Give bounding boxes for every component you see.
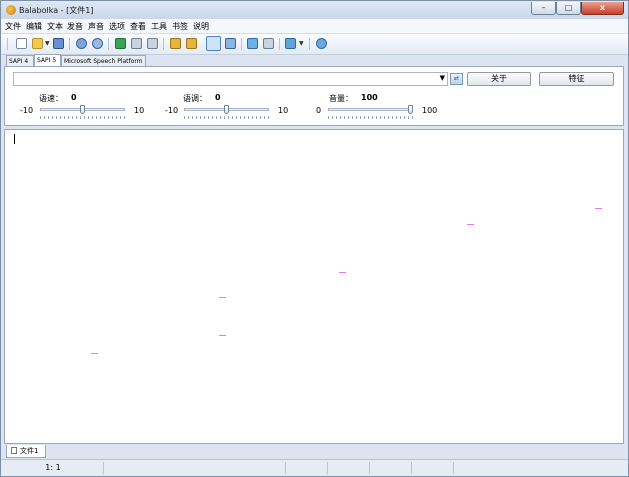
batch-convert-icon[interactable]: [225, 38, 236, 49]
read-aloud-icon[interactable]: [76, 38, 87, 49]
render-artifact: [595, 208, 602, 209]
pitch-ticks: [184, 116, 269, 119]
status-cell: [371, 462, 412, 474]
volume-slider-thumb[interactable]: [408, 105, 413, 114]
rate-min: -10: [20, 106, 34, 115]
menu-view[interactable]: 查看: [130, 21, 146, 32]
menu-tools[interactable]: 工具: [151, 21, 167, 32]
pitch-max: 10: [278, 106, 289, 115]
menu-edit[interactable]: 编辑: [26, 21, 42, 32]
text-edit-icon[interactable]: [206, 36, 221, 51]
play-icon[interactable]: [115, 38, 126, 49]
render-artifact: [219, 335, 226, 336]
about-button[interactable]: 关于: [467, 72, 531, 86]
voice-select[interactable]: ▼: [13, 72, 448, 86]
toolbar-separator: [7, 38, 8, 50]
volume-slider[interactable]: [328, 108, 413, 111]
rate-ticks: [40, 116, 125, 119]
render-artifact: [91, 353, 98, 354]
toolbar-separator: [279, 38, 280, 50]
pitch-min: -10: [165, 106, 179, 115]
pitch-slider-thumb[interactable]: [224, 105, 229, 114]
voice-settings-icon[interactable]: [285, 38, 296, 49]
cursor-position: 1: 1: [3, 462, 104, 474]
menu-sound[interactable]: 声音: [88, 21, 104, 32]
balabolka-app-icon: [6, 5, 16, 15]
split-file-icon[interactable]: [186, 38, 197, 49]
document-tab-label: 文件1: [20, 447, 39, 455]
menu-bar: 文件 编辑 文本 发音 声音 选项 查看 工具 书签 说明: [1, 19, 628, 34]
toolbar-separator: [69, 38, 70, 50]
text-cursor: [14, 134, 15, 144]
document-tab[interactable]: 文件1: [6, 445, 46, 458]
rate-slider-thumb[interactable]: [80, 105, 85, 114]
menu-pronunciation[interactable]: 发音: [67, 21, 83, 32]
status-cell: [105, 462, 286, 474]
read-clipboard-icon[interactable]: [92, 38, 103, 49]
tab-sapi4[interactable]: SAPI 4: [6, 55, 34, 66]
toolbar: ▼ ▼: [1, 34, 628, 55]
properties-button[interactable]: 特征: [539, 72, 614, 86]
export-icon[interactable]: [263, 38, 274, 49]
save-icon[interactable]: [53, 38, 64, 49]
toolbar-separator: [108, 38, 109, 50]
volume-value: 100: [361, 93, 378, 102]
voice-info-button[interactable]: ⇄: [450, 73, 463, 85]
menu-text[interactable]: 文本: [47, 21, 63, 32]
status-cell: [329, 462, 370, 474]
title-bar: Balabolka - [文件1] – □ x: [1, 1, 628, 19]
rate-max: 10: [134, 106, 145, 115]
chevron-down-icon: ▼: [439, 74, 445, 82]
pitch-label: 语调：: [183, 94, 207, 103]
menu-bookmarks[interactable]: 书签: [172, 21, 188, 32]
save-audio-icon[interactable]: [170, 38, 181, 49]
volume-max: 100: [422, 106, 438, 115]
volume-label: 音量：: [329, 94, 353, 103]
volume-min: 0: [316, 106, 322, 115]
render-artifact: [339, 272, 346, 273]
stop-icon[interactable]: [147, 38, 158, 49]
dropdown-arrow-icon[interactable]: ▼: [45, 40, 50, 47]
status-cell: [413, 462, 454, 474]
minimize-button[interactable]: –: [531, 2, 556, 15]
pitch-value: 0: [215, 93, 221, 102]
speech-to-file-icon[interactable]: [247, 38, 258, 49]
app-window: Balabolka - [文件1] – □ x 文件 编辑 文本 发音 声音 选…: [0, 0, 629, 477]
open-folder-icon[interactable]: [32, 38, 43, 49]
close-button[interactable]: x: [581, 2, 624, 15]
maximize-button[interactable]: □: [556, 2, 581, 15]
dropdown-arrow-icon[interactable]: ▼: [299, 40, 304, 47]
menu-help[interactable]: 说明: [193, 21, 209, 32]
voice-settings-panel: ▼ ⇄ 关于 特征 语速： 0 -10 10 语调： 0 -10 10 音量： …: [4, 66, 624, 126]
document-icon: [11, 447, 17, 454]
pause-icon[interactable]: [131, 38, 142, 49]
rate-label: 语速：: [39, 94, 63, 103]
menu-file[interactable]: 文件: [5, 21, 21, 32]
render-artifact: [467, 224, 474, 225]
text-editor[interactable]: [4, 129, 624, 444]
document-tabs: 文件1: [1, 444, 628, 459]
render-artifact: [219, 297, 226, 298]
toolbar-separator: [163, 38, 164, 50]
window-title: Balabolka - [文件1]: [19, 6, 94, 15]
new-document-icon[interactable]: [16, 38, 27, 49]
menu-options[interactable]: 选项: [109, 21, 125, 32]
toolbar-separator: [241, 38, 242, 50]
rate-value: 0: [71, 93, 77, 102]
help-icon[interactable]: [316, 38, 327, 49]
status-cell: [287, 462, 328, 474]
tab-microsoft-speech-platform[interactable]: Microsoft Speech Platform: [61, 55, 146, 66]
status-bar: 1: 1: [1, 459, 628, 476]
toolbar-separator: [309, 38, 310, 50]
volume-ticks: [328, 116, 413, 119]
